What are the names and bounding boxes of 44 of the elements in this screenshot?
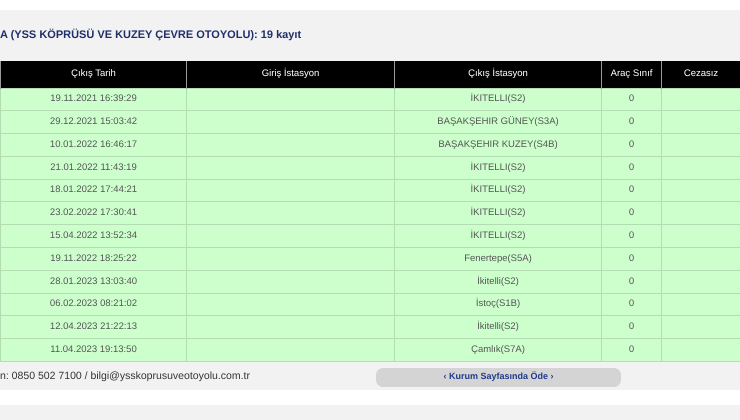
table-cell: 0 <box>628 276 634 287</box>
table-cell: 19.11.2021 16:39:29 <box>50 93 137 104</box>
table-cell: 15.04.2022 13:52:34 <box>50 230 138 242</box>
table-cell: 29.12.2021 15:03:42 <box>50 116 138 128</box>
table-cell: 0 <box>628 116 634 128</box>
table-cell: 0 <box>628 162 634 173</box>
table-cell: 18.01.2022 17:44:21 <box>50 184 138 196</box>
table-cell: İKITELLI(S2) <box>470 207 526 218</box>
table-cell: İstoç(S1B) <box>476 298 520 310</box>
table-cell: BAŞAKŞEHIR GÜNEY(S3A) <box>437 116 559 128</box>
table-cell: 0 <box>628 230 634 242</box>
table-cell: 06.02.2023 08:21:02 <box>50 298 138 310</box>
table-cell: 0 <box>628 298 634 310</box>
column-header: Cezasız <box>662 61 740 88</box>
table-cell: İkitelli(S2) <box>477 321 519 332</box>
table-cell: 0 <box>628 252 634 264</box>
column-header: Çıkış İstasyon <box>394 61 602 88</box>
contact-text: n: 0850 502 7100 / bilgi@ysskoprusuveotoyolu.com.tr <box>0 369 251 384</box>
table-cell: 21.01.2022 11:43:19 <box>50 162 137 173</box>
table-cell: İKITELLI(S2) <box>470 230 526 242</box>
table-cell: BAŞAKŞEHIR KUZEY(S4B) <box>438 138 558 150</box>
table-cell: 10.01.2022 16:46:17 <box>50 138 138 150</box>
table-cell: 19.11.2022 18:25:22 <box>50 252 137 264</box>
table-cell: İKITELLI(S2) <box>470 93 526 104</box>
table-cell: Çamlık(S7A) <box>471 344 525 356</box>
table-cell: Fenertepe(S5A) <box>464 252 532 264</box>
table-cell: İKITELLI(S2) <box>470 184 526 196</box>
column-header: Giriş İstasyon <box>186 61 394 88</box>
table-cell: 0 <box>628 138 634 150</box>
table-cell: İkitelli(S2) <box>477 276 519 287</box>
table-cell: 0 <box>628 93 634 104</box>
table-cell: İKITELLI(S2) <box>470 162 526 173</box>
table-cell: 0 <box>628 344 634 356</box>
table-cell: 11.04.2023 19:13:50 <box>50 344 137 356</box>
column-header: Çıkış Tarih <box>0 61 186 88</box>
column-header: Araç Sınıf <box>602 61 662 88</box>
section-title: A (YSS KÖPRÜSÜ VE KUZEY ÇEVRE OTOYOLU): 19 kayıt <box>0 28 302 43</box>
table-cell: 28.01.2023 13:03:40 <box>50 276 138 287</box>
table-cell: 0 <box>628 184 634 196</box>
table-cell: 12.04.2023 21:22:13 <box>50 321 138 332</box>
table-cell: 0 <box>628 321 634 332</box>
table-cell: 23.02.2022 17:30:41 <box>50 207 138 218</box>
table-cell: 0 <box>628 207 634 218</box>
pay-button[interactable]: ‹ Kurum Sayfasında Öde › <box>376 368 621 387</box>
